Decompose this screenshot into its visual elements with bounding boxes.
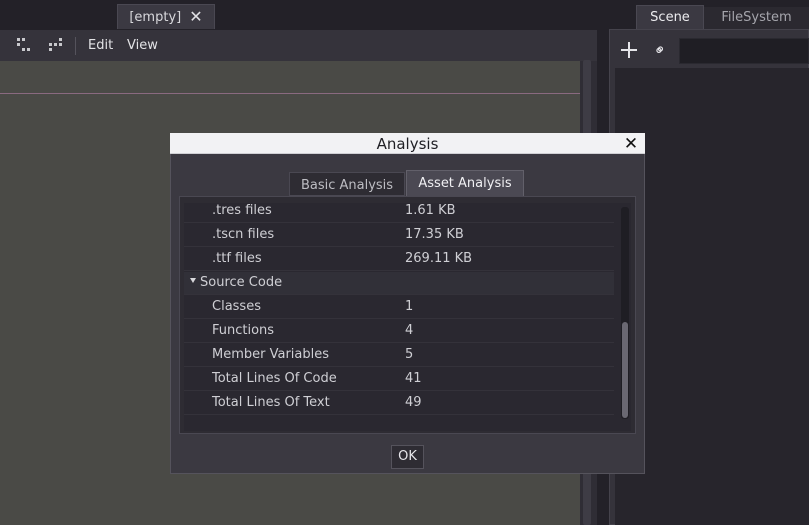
tree-row[interactable]: Total Lines Of Text 49 <box>184 392 614 415</box>
row-name: Functions <box>212 323 275 338</box>
close-icon[interactable]: ✕ <box>622 134 640 154</box>
tree-row[interactable]: Total Lines Of Code 41 <box>184 368 614 391</box>
viewport-guide-line <box>0 93 580 94</box>
menu-edit[interactable]: Edit <box>88 38 113 53</box>
ok-button[interactable]: OK <box>391 445 424 469</box>
row-value: 17.35 KB <box>405 227 464 242</box>
tree-scrollbar[interactable] <box>622 322 628 418</box>
tab-filesystem[interactable]: FileSystem <box>704 7 809 29</box>
row-value: 1.61 KB <box>405 203 456 218</box>
row-name: Classes <box>212 299 261 314</box>
row-name: Total Lines Of Text <box>212 395 330 410</box>
snap-grid-icon[interactable] <box>17 38 31 52</box>
tree-row[interactable]: .tres files 1.61 KB <box>184 203 614 223</box>
dialog-title: Analysis <box>376 135 439 153</box>
row-value: 4 <box>405 323 414 338</box>
row-name: .tres files <box>212 203 272 218</box>
section-title: Source Code <box>200 275 283 290</box>
tree-section-source-code[interactable]: Source Code <box>184 272 614 295</box>
scene-tab-empty[interactable]: [empty] ✕ <box>117 4 215 29</box>
row-value: 269.11 KB <box>405 251 473 266</box>
scene-tab-label: [empty] <box>129 9 182 25</box>
plus-icon[interactable] <box>620 41 638 59</box>
row-name: .tscn files <box>212 227 275 242</box>
tab-asset-analysis[interactable]: Asset Analysis <box>406 170 524 196</box>
row-value: 1 <box>405 299 414 314</box>
tab-basic-analysis[interactable]: Basic Analysis <box>289 172 405 196</box>
tab-scene[interactable]: Scene <box>636 5 704 29</box>
tree-row[interactable]: .tscn files 17.35 KB <box>184 224 614 247</box>
chevron-down-icon[interactable] <box>190 278 196 283</box>
tree-row[interactable]: Functions 4 <box>184 320 614 343</box>
row-name: Total Lines Of Code <box>212 371 337 386</box>
scene-filter-input[interactable] <box>679 38 809 64</box>
row-value: 5 <box>405 347 414 362</box>
snap-smart-icon[interactable] <box>49 38 63 52</box>
tree-row[interactable]: .ttf files 269.11 KB <box>184 248 614 271</box>
row-name: .ttf files <box>212 251 262 266</box>
row-value: 49 <box>405 395 422 410</box>
toolbar-separator <box>75 37 76 55</box>
menu-view[interactable]: View <box>127 38 158 53</box>
tree-row[interactable]: Classes 1 <box>184 296 614 319</box>
close-icon[interactable]: ✕ <box>189 9 202 25</box>
row-name: Member Variables <box>212 347 330 362</box>
analysis-tree[interactable]: .tres files 1.61 KB .tscn files 17.35 KB… <box>184 203 631 431</box>
row-value: 41 <box>405 371 422 386</box>
tree-row[interactable]: Member Variables 5 <box>184 344 614 367</box>
